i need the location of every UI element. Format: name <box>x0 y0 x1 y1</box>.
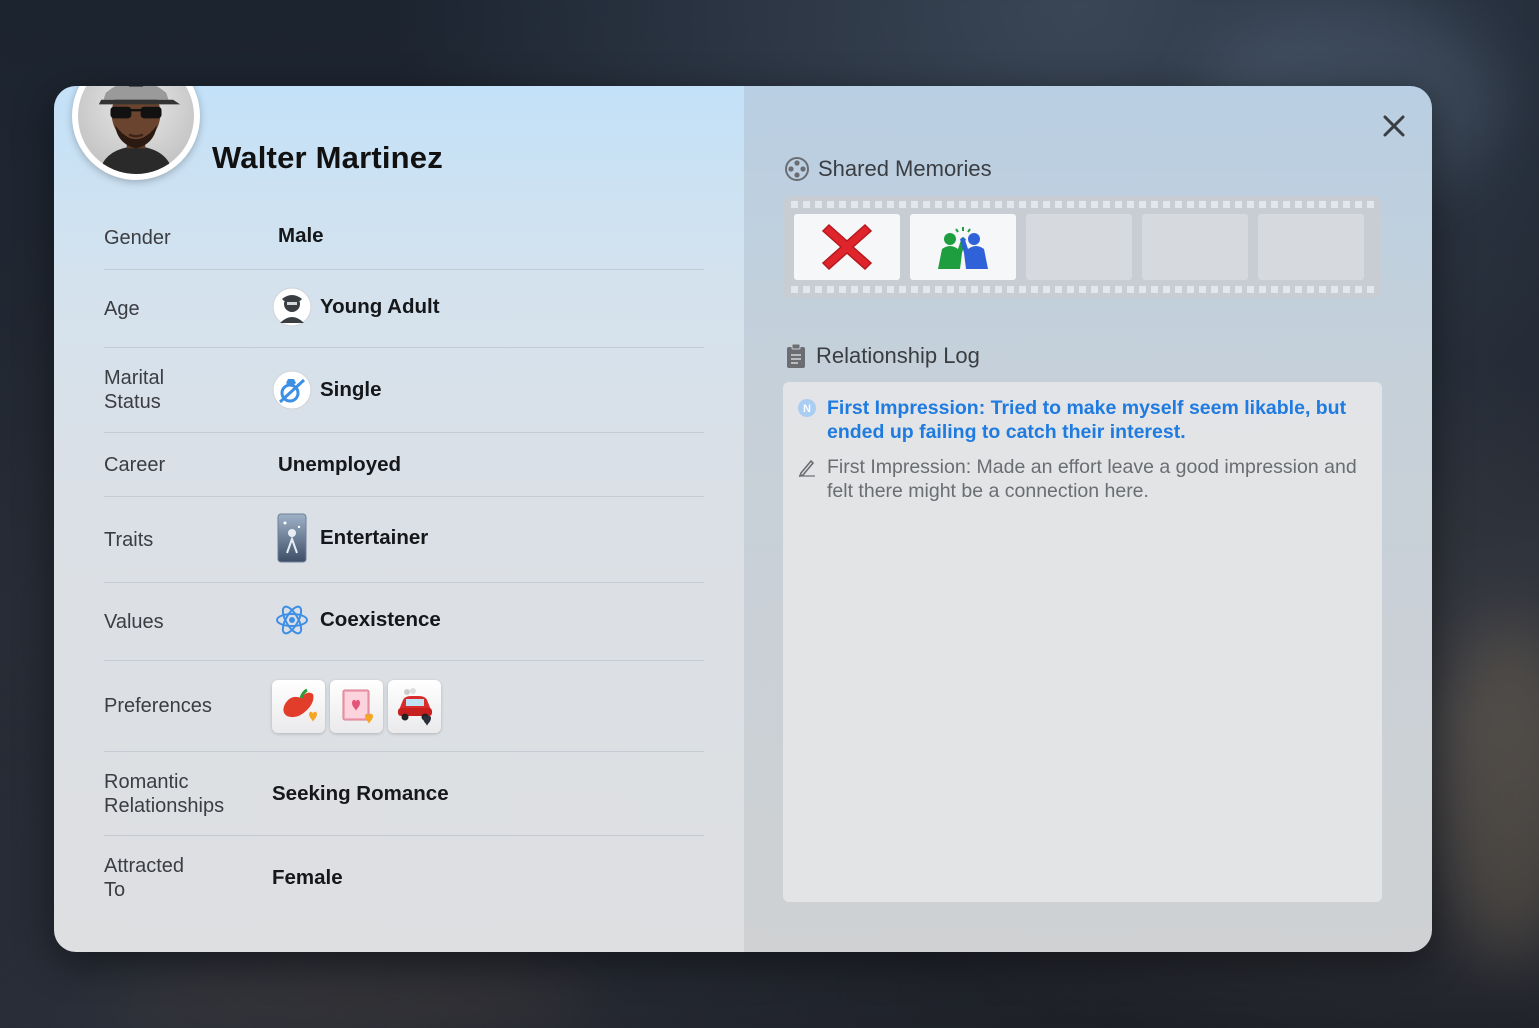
values-value: Coexistence <box>320 607 441 631</box>
attribute-row-career: Career Unemployed <box>104 433 704 497</box>
avatar <box>72 86 200 180</box>
attribute-label: Traits <box>104 528 154 551</box>
attribute-row-marital-status: Marital Status Single <box>104 348 704 433</box>
attribute-label: Romantic Relationships <box>104 770 225 817</box>
attribute-label: Preferences <box>104 695 212 717</box>
attribute-value: Female <box>272 866 343 890</box>
attribute-value: Young Adult <box>272 287 440 327</box>
entertainer-trait-card-icon[interactable] <box>272 513 312 562</box>
marital-status-value: Single <box>320 378 382 401</box>
log-entry-text: First Impression: Made an effort leave a… <box>827 456 1357 502</box>
attribute-row-attracted-to: Attracted To Female <box>104 836 704 920</box>
relationship-log-panel[interactable]: N First Impression: Tried to make myself… <box>783 382 1382 902</box>
memory-frame[interactable] <box>910 214 1016 280</box>
attribute-value: Entertainer <box>272 513 429 562</box>
romantic-relationships-value: Seeking Romance <box>272 781 449 805</box>
svg-text:N: N <box>803 403 811 415</box>
relationship-section: Shared Memories Relationship Log N First… <box>744 86 1432 952</box>
sim-portrait-icon <box>78 86 194 174</box>
young-adult-age-icon <box>272 287 312 327</box>
memory-frame-empty <box>1142 214 1248 280</box>
attribute-row-preferences: Preferences <box>104 661 704 752</box>
memory-frame-empty <box>1258 214 1364 280</box>
close-icon[interactable] <box>1380 112 1408 140</box>
film-holes <box>791 201 1374 208</box>
attribute-value: Male <box>278 224 324 248</box>
memory-frame[interactable] <box>794 214 900 280</box>
film-reel-icon <box>785 157 809 181</box>
single-ring-icon <box>272 370 312 410</box>
attribute-value: Unemployed <box>278 453 401 477</box>
attribute-label: Career <box>104 453 166 476</box>
attribute-label: Values <box>104 610 164 633</box>
attribute-label: Age <box>104 297 140 320</box>
attribute-row-gender: Gender Male <box>104 206 704 270</box>
close-button[interactable] <box>1380 112 1408 140</box>
attribute-label: Gender <box>104 226 171 249</box>
romance-book-like-icon[interactable] <box>330 679 383 733</box>
sim-name: Walter Martinez <box>212 140 443 175</box>
attribute-value: Coexistence <box>272 600 441 640</box>
attribute-value: Single <box>272 370 382 410</box>
profile-section: Walter Martinez Gender Male Age Young Ad… <box>54 86 744 952</box>
relationship-log-header: Relationship Log <box>784 343 980 369</box>
attribute-row-traits: Traits Entertainer <box>104 497 704 583</box>
clipboard-icon <box>787 343 805 368</box>
attribute-row-romantic-relationships: Romantic Relationships Seeking Romance <box>104 752 704 836</box>
career-value: Unemployed <box>278 452 402 476</box>
new-badge-icon: N <box>797 398 817 444</box>
gender-value: Male <box>278 223 324 247</box>
red-x-icon <box>821 223 873 271</box>
attribute-value: Seeking Romance <box>272 782 449 806</box>
car-dislike-icon[interactable] <box>388 679 441 733</box>
sim-profile-panel: Walter Martinez Gender Male Age Young Ad… <box>54 86 1432 952</box>
attribute-row-values: Values Coexistence <box>104 583 704 661</box>
relationship-log-title: Relationship Log <box>816 343 980 368</box>
spicy-food-like-icon[interactable] <box>272 679 325 733</box>
memory-filmstrip <box>783 196 1382 298</box>
log-entry-text: First Impression: Tried to make myself s… <box>827 397 1347 443</box>
coexistence-atom-icon[interactable] <box>272 600 312 640</box>
attribute-label: Marital Status <box>104 367 165 413</box>
shared-memories-title: Shared Memories <box>818 156 992 181</box>
age-value: Young Adult <box>320 294 440 318</box>
attribute-row-age: Age Young Adult <box>104 270 704 348</box>
attribute-value <box>272 679 441 733</box>
trait-value: Entertainer <box>320 525 429 549</box>
high-five-icon <box>938 227 988 269</box>
background-blur <box>1440 620 1539 960</box>
shared-memories-header: Shared Memories <box>784 156 992 182</box>
background-blur <box>100 960 600 1028</box>
attribute-label: Attracted To <box>104 855 185 901</box>
pen-icon <box>797 457 817 503</box>
log-entry: N First Impression: Tried to make myself… <box>797 396 1357 444</box>
attracted-to-value: Female <box>272 866 343 889</box>
film-holes <box>791 286 1374 293</box>
memory-frame-empty <box>1026 214 1132 280</box>
log-entry: First Impression: Made an effort leave a… <box>797 455 1357 503</box>
